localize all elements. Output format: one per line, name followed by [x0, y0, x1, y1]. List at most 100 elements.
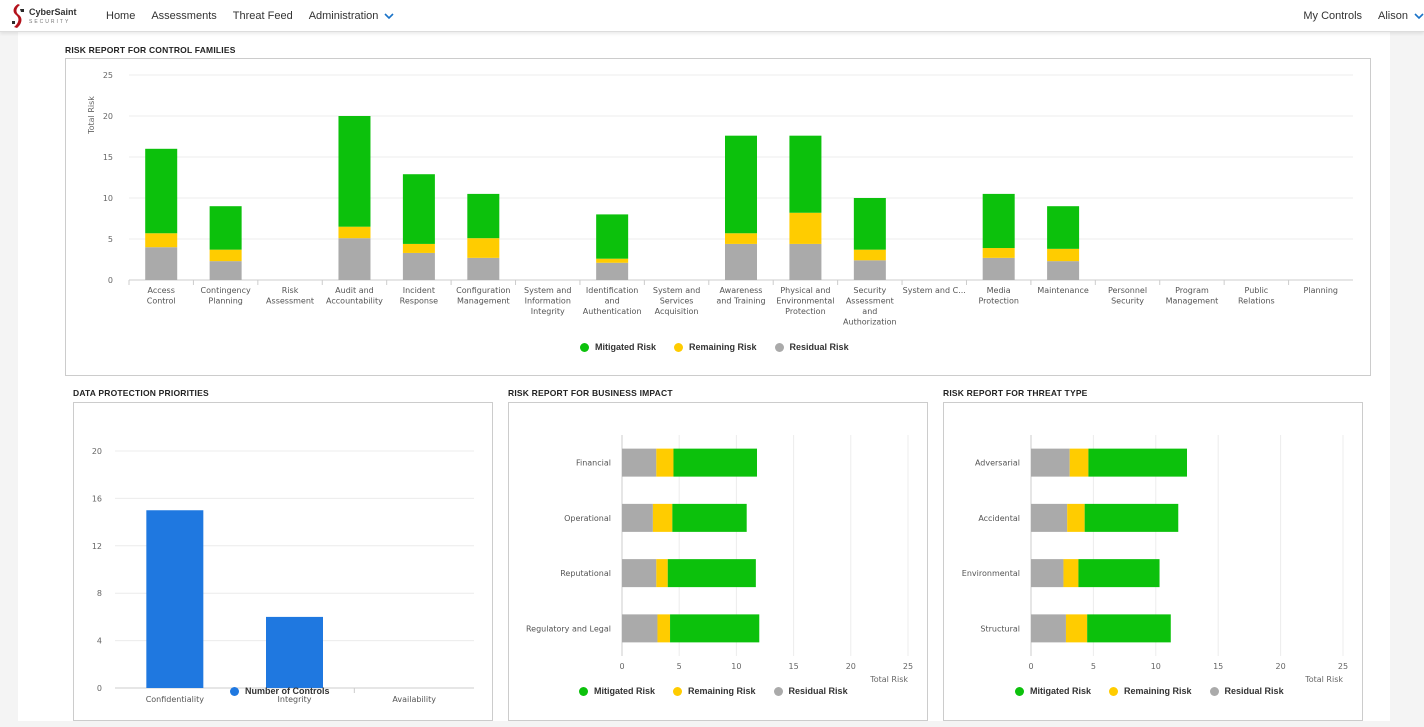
legend-remaining[interactable]: Remaining Risk: [1109, 686, 1192, 696]
business-impact-chart: 0 5 10 15 20 25 Total Risk Financial Operational…: [526, 435, 913, 684]
legend-dot: [230, 686, 239, 696]
x-tick-label: Configuration: [456, 286, 510, 295]
bar-segment-remaining: [1047, 248, 1080, 262]
y-tick-label: Accidental: [978, 514, 1020, 523]
control-families-panel: 0 5 10 15 20 25 Total Risk Access Control Conting…: [65, 58, 1371, 376]
x-tick-label: Protection: [785, 307, 825, 316]
bar-segment-remaining: [652, 503, 673, 532]
x-tick-label: Protection: [978, 297, 1018, 306]
y-tick-label: Adversarial: [975, 459, 1020, 468]
threat-type-title: RISK REPORT FOR THREAT TYPE: [943, 388, 1088, 398]
x-tick-label: Incident: [403, 286, 435, 295]
legend-residual[interactable]: Residual Risk: [774, 342, 849, 352]
y-tick-label: 5: [108, 235, 113, 244]
legend-label: Residual Risk: [1224, 686, 1284, 696]
threat-type-chart: 0 5 10 15 20 25 Total Risk Adversarial Accidenta…: [962, 435, 1348, 684]
bar-segment-mitigated: [725, 135, 757, 234]
legend-label: Remaining Risk: [689, 342, 757, 352]
bar-segment-remaining: [596, 258, 629, 263]
bar-segment-remaining: [657, 614, 671, 643]
legend-residual[interactable]: Residual Risk: [773, 686, 848, 696]
x-tick-label: Planning: [208, 297, 242, 306]
x-tick-label: Maintenance: [1037, 286, 1089, 295]
legend-dot: [773, 686, 783, 696]
bar-segment-residual: [596, 262, 629, 280]
legend-mitigated[interactable]: Mitigated Risk: [580, 342, 656, 352]
dashboard-content: RISK REPORT FOR CONTROL FAMILIES 0 5 10 15 2…: [18, 32, 1390, 721]
bar-segment-mitigated: [673, 448, 757, 477]
bar-segment-residual: [982, 257, 1015, 280]
bar-segment-mitigated: [1084, 503, 1179, 532]
nav-home-label: Home: [106, 10, 136, 22]
user-menu[interactable]: Alison: [1378, 10, 1424, 22]
legend-mitigated[interactable]: Mitigated Risk: [1015, 686, 1091, 696]
y-tick-label: 4: [97, 637, 102, 646]
legend-label: Mitigated Risk: [594, 686, 656, 696]
logo-icon: [12, 4, 24, 28]
bar-segment-remaining: [982, 248, 1015, 258]
bar-segment-residual: [622, 614, 658, 643]
bar-segment-residual: [1031, 559, 1064, 588]
y-tick-label: Operational: [564, 514, 611, 523]
bar-segment-remaining: [467, 238, 500, 258]
bar-segment-mitigated: [789, 135, 822, 213]
nav-assessments-label: Assessments: [151, 10, 217, 22]
bar-segment-remaining: [145, 233, 178, 248]
y-tick-label: Reputational: [560, 569, 611, 578]
legend-dot: [579, 686, 588, 696]
x-tick-label: 5: [677, 662, 682, 671]
x-tick-label: Identification: [586, 286, 638, 295]
x-tick-label: Contingency: [201, 286, 251, 295]
legend-label: Residual Risk: [789, 342, 849, 352]
x-tick-label: Media: [987, 286, 1011, 295]
control-families-legend: Mitigated Risk Remaining Risk Residual R…: [580, 342, 849, 352]
cybersaint-logo[interactable]: CyberSaint SECURITY: [10, 3, 90, 31]
legend-dot: [1015, 686, 1024, 696]
x-tick-label: Assessment: [846, 297, 894, 306]
x-tick-label: Risk: [282, 286, 299, 295]
x-tick-label: Management: [457, 297, 510, 306]
bar-segment-mitigated: [1088, 448, 1187, 477]
legend-remaining[interactable]: Remaining Risk: [673, 686, 756, 696]
legend-residual[interactable]: Residual Risk: [1209, 686, 1284, 696]
nav-administration-label: Administration: [308, 10, 379, 22]
nav-home[interactable]: Home: [106, 10, 135, 22]
logo-subtitle: SECURITY: [29, 19, 71, 25]
legend-mitigated[interactable]: Mitigated Risk: [579, 686, 655, 696]
data-protection-legend: Number of Controls: [230, 686, 330, 696]
legend-dot: [580, 342, 589, 352]
main-nav: Home Assessments Threat Feed Administrat…: [106, 0, 410, 32]
legend-controls[interactable]: Number of Controls: [230, 686, 330, 696]
x-axis-label: Total Risk: [869, 675, 908, 684]
nav-administration[interactable]: Administration: [309, 10, 395, 22]
bar-segment-remaining: [1063, 559, 1079, 588]
y-tick-label: Environmental: [962, 569, 1020, 578]
x-tick-label: 10: [1151, 662, 1161, 671]
y-tick-label: 8: [97, 589, 102, 598]
x-tick-label: Planning: [1304, 286, 1338, 295]
bar-segment-mitigated: [667, 559, 756, 588]
bar-segment-remaining: [725, 233, 757, 244]
chevron-down-icon: [1414, 12, 1424, 19]
bar-segment-residual: [725, 243, 757, 280]
legend-remaining[interactable]: Remaining Risk: [674, 342, 757, 352]
bar-segment-mitigated: [1087, 614, 1171, 643]
x-tick-label: Program: [1175, 286, 1209, 295]
bar-segment-mitigated: [338, 116, 371, 227]
nav-threat-feed[interactable]: Threat Feed: [233, 10, 293, 22]
bar-segment-mitigated: [209, 206, 242, 250]
x-tick-label: Authorization: [843, 318, 897, 327]
x-tick-label: Security: [1111, 297, 1144, 306]
x-tick-label: Physical and: [780, 286, 830, 295]
nav-assessments[interactable]: Assessments: [151, 10, 216, 22]
y-tick-label: 20: [92, 447, 102, 456]
x-axis-label: Total Risk: [1304, 675, 1343, 684]
bar-controls: [146, 510, 204, 688]
x-tick-label: Integrity: [278, 695, 312, 704]
nav-my-controls[interactable]: My Controls: [1303, 10, 1362, 22]
x-tick-label: Authentication: [583, 307, 642, 316]
threat-type-panel: 0 5 10 15 20 25 Total Risk Adversarial Accidenta…: [943, 402, 1363, 721]
x-tick-label: and: [605, 297, 620, 306]
data-protection-panel: 0 4 8 12 16 20 Confidentiality Integrity Availab…: [73, 402, 493, 721]
y-tick-label: 20: [103, 112, 113, 121]
